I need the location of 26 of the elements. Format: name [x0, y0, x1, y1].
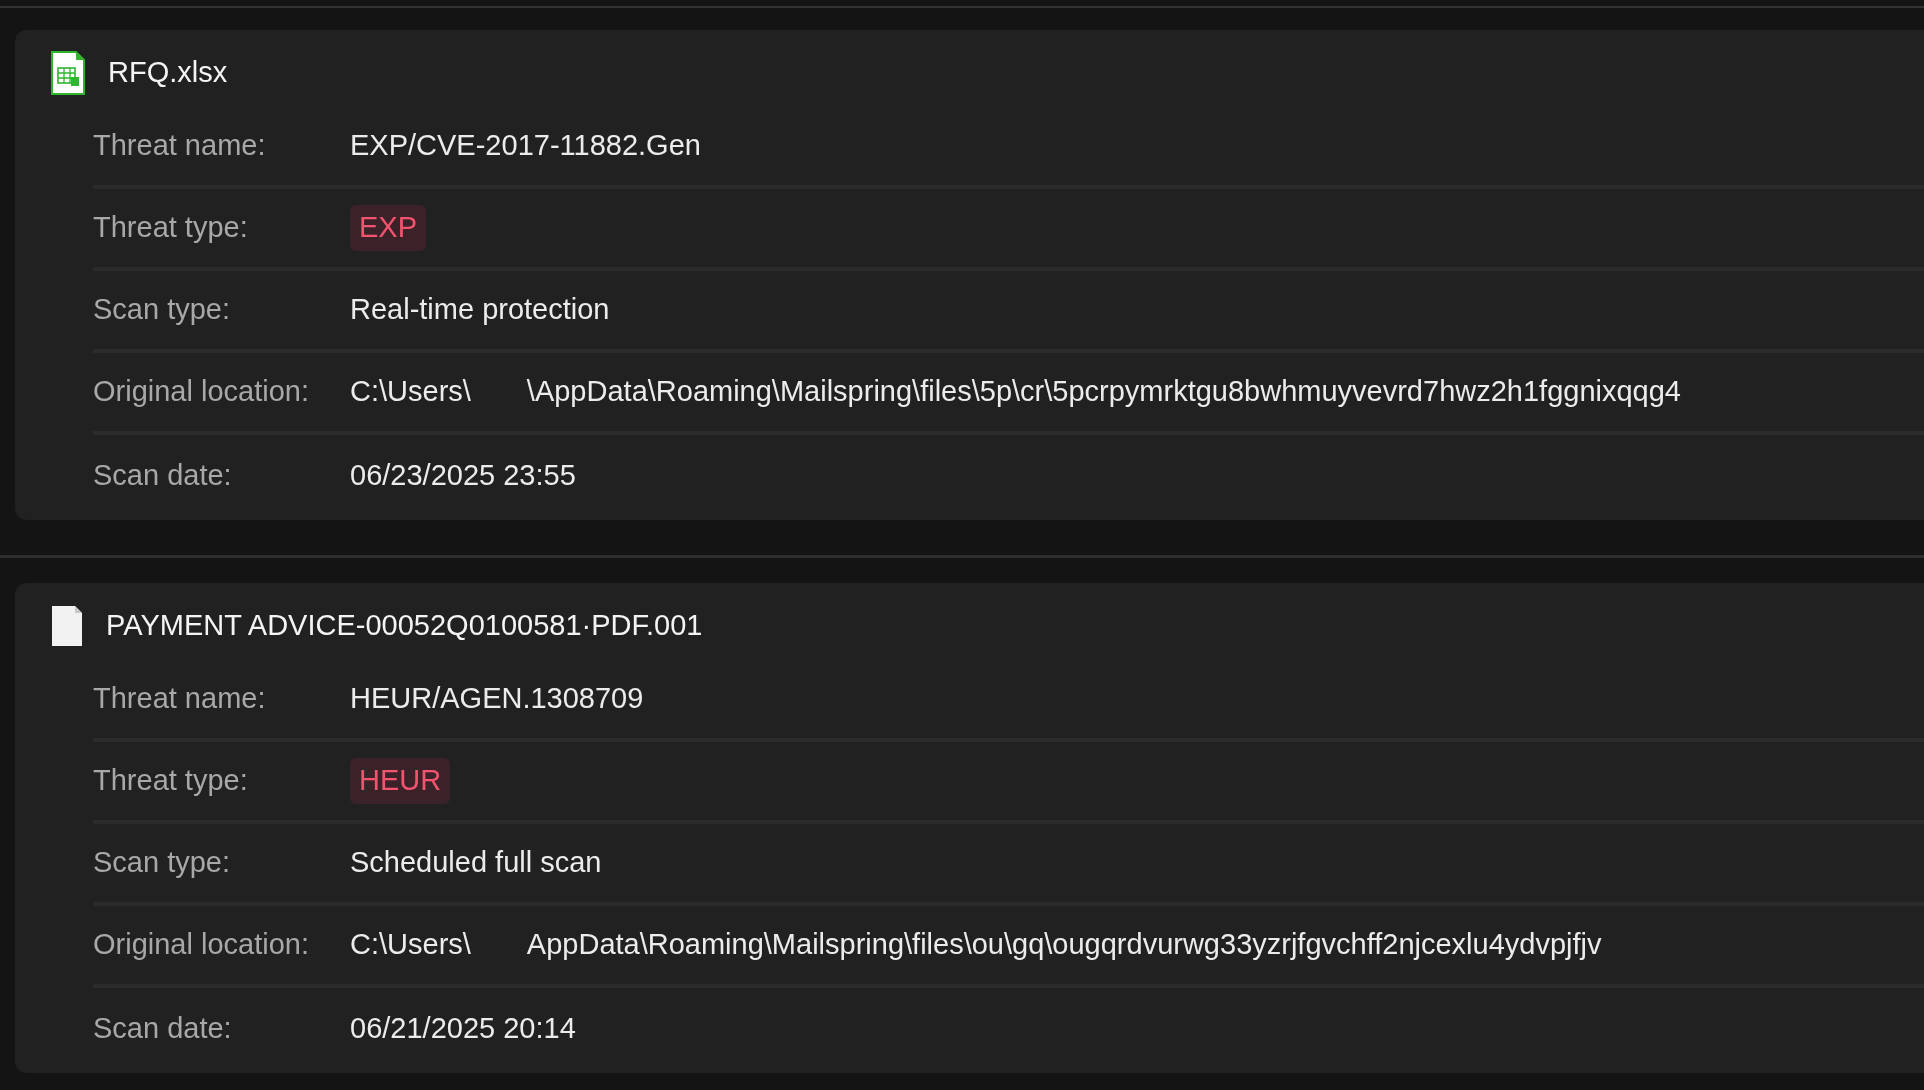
- field-label: Threat type:: [93, 763, 249, 799]
- field-value: \AppData\Roaming\Mailspring\files\5p\cr\5pcrpymrktgu8bwhmuyvevrd7hwz2h1fggnixqqg4: [526, 374, 1681, 410]
- threat-type-tag: HEUR: [350, 758, 451, 804]
- threat-type-tag: EXP: [350, 205, 427, 251]
- field-value: AppData\Roaming\Mailspring\files\ou\gq\ougqrdvurwg33yzrjfgvchff2njcexlu4ydvpjfjv: [526, 927, 1602, 963]
- field-label: Scan type:: [93, 845, 232, 881]
- field-value: HEUR/AGEN.1308709: [350, 681, 644, 717]
- field-label: Original location:: [93, 927, 310, 963]
- field-label: Threat name:: [93, 681, 267, 717]
- spreadsheet-file-icon: [51, 50, 85, 95]
- document-file-icon: [51, 604, 83, 647]
- field-value: C:\Users\: [350, 374, 471, 410]
- field-value: Real-time protection: [350, 292, 610, 328]
- field-label: Scan type:: [93, 292, 232, 328]
- file-name: PAYMENT ADVICE-00052Q0100581·PDF.001: [106, 607, 703, 643]
- field-value: C:\Users\: [350, 927, 471, 963]
- field-label: Threat type:: [93, 210, 249, 246]
- field-label: Original location:: [93, 374, 310, 410]
- field-value: Scheduled full scan: [350, 845, 602, 881]
- field-value: 06/21/2025 20:14: [350, 1011, 576, 1047]
- field-label: Scan date:: [93, 1011, 233, 1047]
- field-value: 06/23/2025 23:55: [350, 458, 576, 494]
- file-name: RFQ.xlsx: [108, 54, 228, 90]
- field-label: Scan date:: [93, 458, 233, 494]
- field-value: EXP/CVE-2017-11882.Gen: [350, 128, 701, 164]
- field-label: Threat name:: [93, 128, 267, 164]
